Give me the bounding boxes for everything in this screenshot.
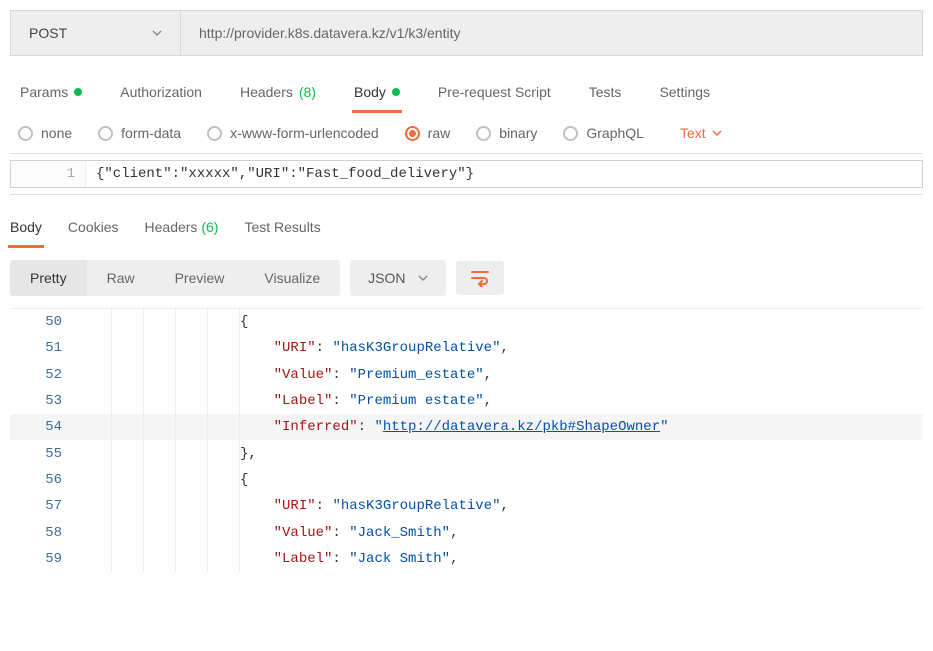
line-number: 53 <box>10 393 80 409</box>
line-number: 54 <box>10 419 80 435</box>
chevron-down-icon <box>152 28 162 38</box>
request-url-input[interactable] <box>181 11 922 55</box>
tab-body[interactable]: Body <box>352 76 402 113</box>
code-content: "Inferred": "http://datavera.kz/pkb#Shap… <box>240 419 669 435</box>
tab-params[interactable]: Params <box>18 76 84 113</box>
resp-tab-body[interactable]: Body <box>8 213 44 248</box>
code-content: { <box>240 472 248 488</box>
code-line: 59 "Label": "Jack Smith", <box>10 546 923 572</box>
request-bar: POST <box>10 10 923 56</box>
request-body-content[interactable]: {"client":"xxxxx","URI":"Fast_food_deliv… <box>86 161 922 187</box>
code-content: "Value": "Jack_Smith", <box>240 525 458 541</box>
line-number: 59 <box>10 551 80 567</box>
code-line: 57 "URI": "hasK3GroupRelative", <box>10 493 923 519</box>
code-line: 51 "URI": "hasK3GroupRelative", <box>10 335 923 361</box>
radio-urlencoded[interactable]: x-www-form-urlencoded <box>207 125 379 141</box>
line-number: 51 <box>10 340 80 356</box>
tab-tests[interactable]: Tests <box>587 76 624 113</box>
response-format-select[interactable]: JSON <box>350 260 445 296</box>
response-body-viewer[interactable]: 50{51 "URI": "hasK3GroupRelative",52 "Va… <box>10 308 923 572</box>
response-toolbar: Pretty Raw Preview Visualize JSON <box>0 248 933 308</box>
code-content: "Label": "Premium estate", <box>240 393 492 409</box>
line-number: 50 <box>10 314 80 330</box>
code-content: "URI": "hasK3GroupRelative", <box>240 340 509 356</box>
line-number: 55 <box>10 446 80 462</box>
tab-authorization[interactable]: Authorization <box>118 76 204 113</box>
response-tabs: Body Cookies Headers (6) Test Results <box>0 213 933 248</box>
code-content: "Label": "Jack Smith", <box>240 551 458 567</box>
code-line: 52 "Value": "Premium_estate", <box>10 362 923 388</box>
code-line: 50 { <box>10 309 923 335</box>
view-mode-group: Pretty Raw Preview Visualize <box>10 260 340 296</box>
code-line: 55}, <box>10 440 923 466</box>
tab-prerequest[interactable]: Pre-request Script <box>436 76 553 113</box>
code-line: 58 "Value": "Jack_Smith", <box>10 519 923 545</box>
wrap-icon <box>470 269 490 287</box>
resp-tab-tests[interactable]: Test Results <box>242 213 322 248</box>
code-line: 53 "Label": "Premium estate", <box>10 388 923 414</box>
url-link[interactable]: http://datavera.kz/pkb#ShapeOwner <box>383 419 660 435</box>
code-content: "URI": "hasK3GroupRelative", <box>240 498 509 514</box>
http-method-select[interactable]: POST <box>11 11 181 55</box>
request-body-editor[interactable]: 1 {"client":"xxxxx","URI":"Fast_food_del… <box>10 153 923 195</box>
resp-tab-headers[interactable]: Headers (6) <box>143 213 221 248</box>
radio-graphql[interactable]: GraphQL <box>563 125 644 141</box>
view-visualize[interactable]: Visualize <box>244 260 340 296</box>
http-method-value: POST <box>29 25 67 41</box>
chevron-down-icon <box>712 128 722 138</box>
resp-tab-cookies[interactable]: Cookies <box>66 213 121 248</box>
body-type-radios: none form-data x-www-form-urlencoded raw… <box>0 113 933 153</box>
tab-headers[interactable]: Headers (8) <box>238 76 318 113</box>
view-raw[interactable]: Raw <box>87 260 155 296</box>
tab-settings[interactable]: Settings <box>657 76 712 113</box>
request-tabs: Params Authorization Headers (8) Body Pr… <box>0 66 933 113</box>
view-pretty[interactable]: Pretty <box>10 260 87 296</box>
code-line: 56 { <box>10 467 923 493</box>
line-number: 52 <box>10 367 80 383</box>
status-dot-icon <box>392 88 400 96</box>
view-preview[interactable]: Preview <box>155 260 245 296</box>
line-number: 58 <box>10 525 80 541</box>
radio-formdata[interactable]: form-data <box>98 125 181 141</box>
code-content: }, <box>240 446 257 462</box>
chevron-down-icon <box>418 273 428 283</box>
radio-raw[interactable]: raw <box>405 125 451 141</box>
line-number: 1 <box>11 161 86 187</box>
code-content: "Value": "Premium_estate", <box>240 367 492 383</box>
line-number: 57 <box>10 498 80 514</box>
raw-format-select[interactable]: Text <box>680 125 722 141</box>
radio-none[interactable]: none <box>18 125 72 141</box>
code-line: 54 "Inferred": "http://datavera.kz/pkb#S… <box>10 414 923 440</box>
code-content: { <box>240 314 248 330</box>
response-section: Body Cookies Headers (6) Test Results Pr… <box>0 195 933 572</box>
status-dot-icon <box>74 88 82 96</box>
line-number: 56 <box>10 472 80 488</box>
wrap-lines-button[interactable] <box>456 261 504 295</box>
radio-binary[interactable]: binary <box>476 125 537 141</box>
